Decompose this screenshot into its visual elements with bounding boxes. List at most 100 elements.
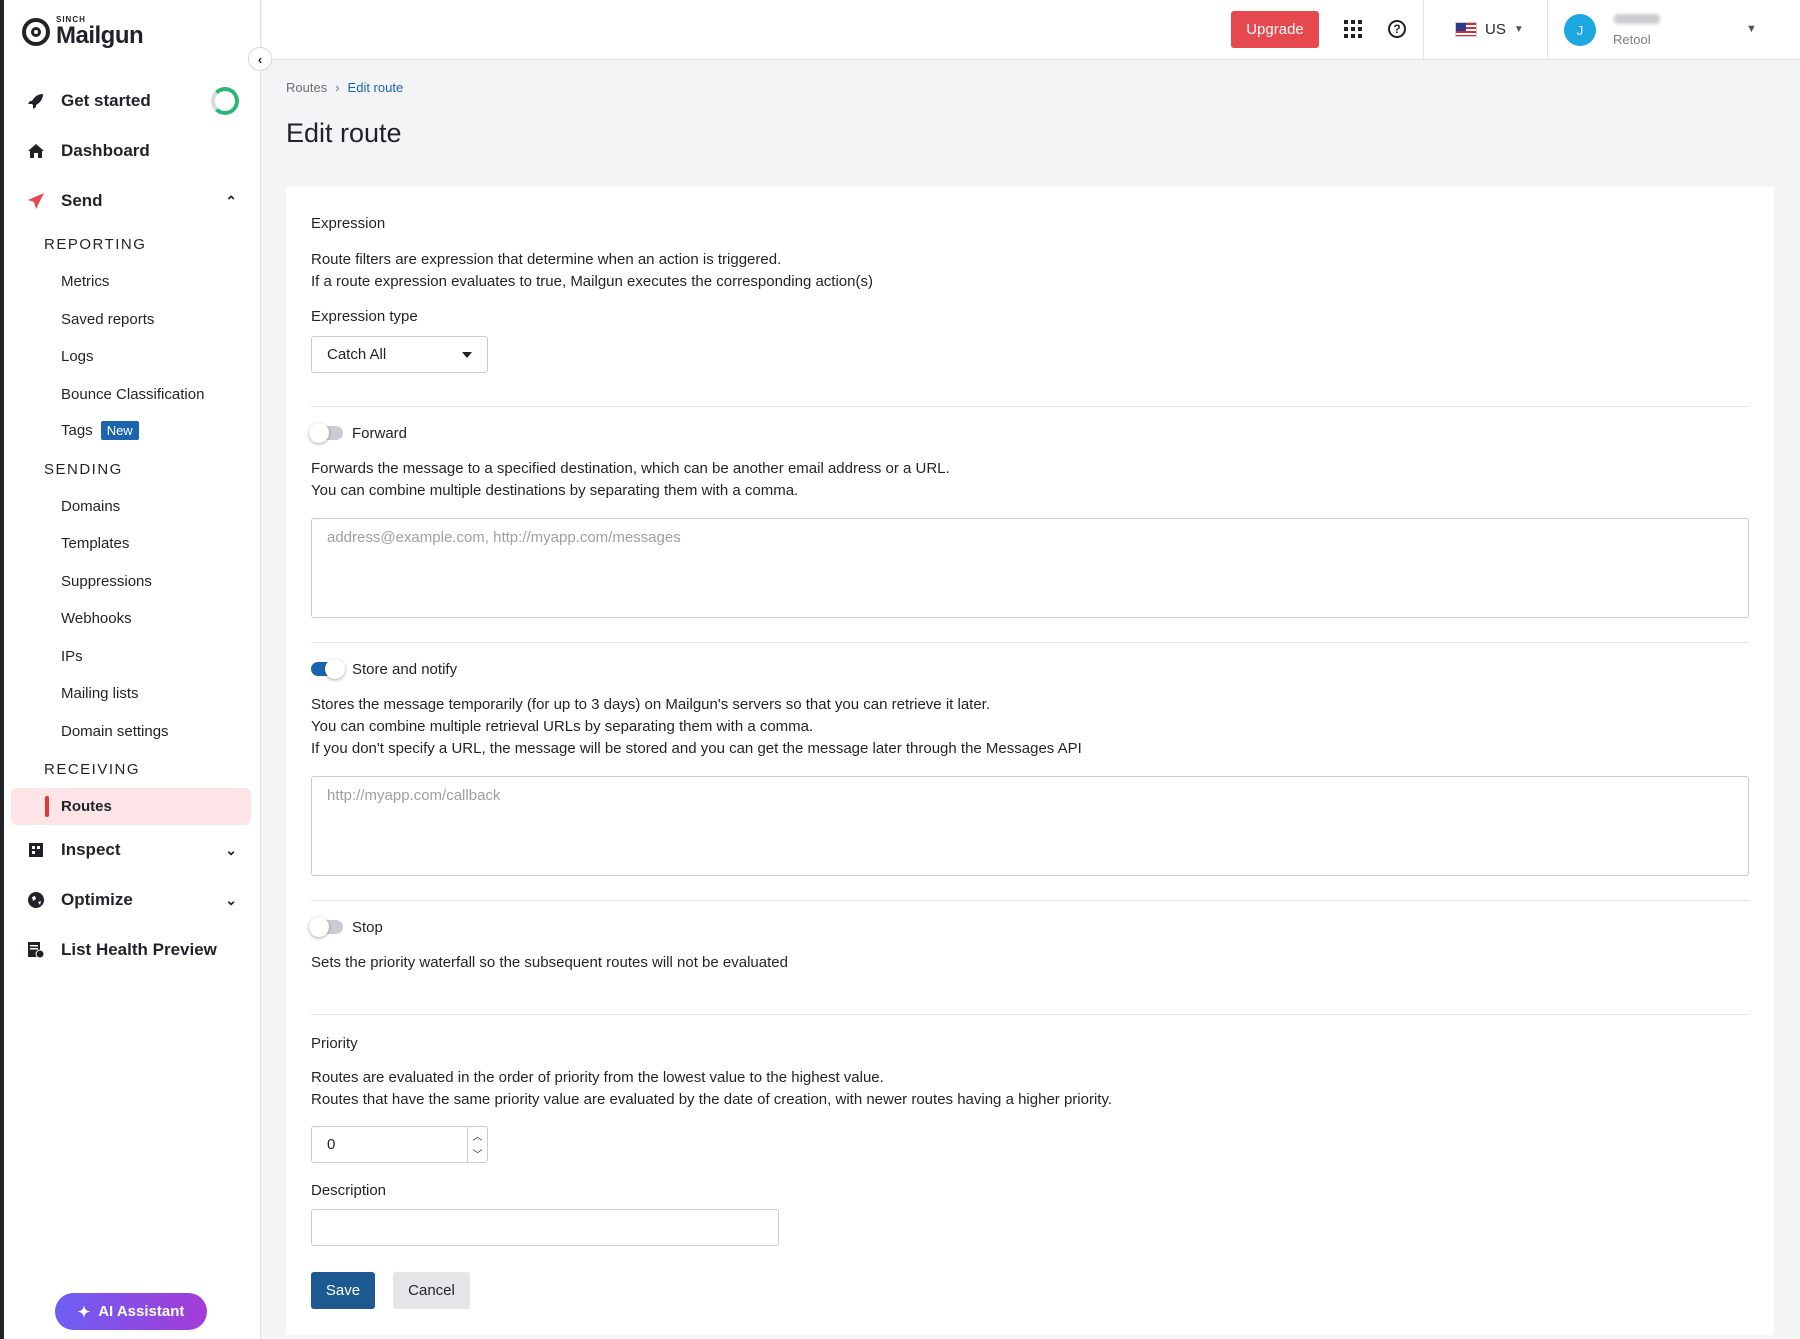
region-selector[interactable]: US ▼ (1455, 21, 1524, 38)
forward-desc-2: You can combine multiple destinations by… (311, 482, 799, 499)
sidebar-item-routes[interactable]: Routes (11, 788, 251, 825)
rocket-icon (26, 91, 46, 111)
home-icon (26, 141, 46, 161)
sidebar-item-templates[interactable]: Templates (61, 535, 129, 552)
sidebar-item-label: Tags (61, 422, 93, 439)
ai-assistant-button[interactable]: ✦ AI Assistant (55, 1293, 207, 1330)
sidebar-item-dashboard[interactable]: Dashboard (0, 131, 261, 171)
expression-type-value: Catch All (327, 346, 387, 363)
sidebar-item-label: Get started (61, 91, 151, 110)
sidebar-item-inspect[interactable]: Inspect ⌄ (0, 830, 261, 870)
sidebar-item-suppressions[interactable]: Suppressions (61, 573, 152, 590)
store-desc-3: If you don't specify a URL, the message … (311, 740, 1082, 757)
sidebar-item-label: Optimize (61, 890, 133, 909)
divider (1547, 0, 1548, 60)
sidebar-item-tags[interactable]: Tags New (61, 421, 139, 440)
section-header-sending: SENDING (44, 461, 123, 478)
help-icon[interactable]: ? (1388, 20, 1406, 38)
upgrade-button[interactable]: Upgrade (1231, 11, 1319, 48)
caret-down-icon (462, 351, 472, 358)
sidebar-item-domain-settings[interactable]: Domain settings (61, 723, 169, 740)
breadcrumb-current: Edit route (347, 80, 404, 95)
store-notify-toggle[interactable] (311, 659, 345, 679)
sidebar: SINCH Mailgun Get started Dashboard Send… (0, 0, 261, 1339)
list-health-icon (26, 940, 46, 960)
sidebar-item-ips[interactable]: IPs (61, 648, 83, 665)
expression-type-select[interactable]: Catch All (311, 336, 488, 373)
priority-desc-2: Routes that have the same priority value… (311, 1091, 1113, 1108)
sidebar-item-list-health-preview[interactable]: List Health Preview (0, 930, 261, 970)
forward-destinations-input[interactable] (311, 518, 1749, 618)
avatar[interactable]: J (1564, 14, 1596, 46)
forward-desc-1: Forwards the message to a specified dest… (311, 460, 950, 477)
edit-route-form: Expression Route filters are expression … (286, 187, 1774, 1335)
forward-label: Forward (352, 425, 408, 442)
description-label: Description (311, 1182, 387, 1199)
mailgun-logo[interactable]: SINCH Mailgun (22, 16, 144, 49)
at-logo-icon (22, 18, 50, 46)
stop-toggle[interactable] (309, 917, 343, 937)
divider (311, 406, 1749, 407)
sidebar-item-label: Dashboard (61, 141, 150, 160)
collapse-sidebar-button[interactable]: ‹ (248, 47, 272, 71)
chevron-down-icon: ⌄ (225, 891, 237, 908)
onboarding-progress-icon (211, 87, 239, 115)
expression-desc-1: Route filters are expression that determ… (311, 251, 782, 268)
chevron-right-icon: › (335, 80, 340, 95)
top-bar: Upgrade ? US ▼ J Retool ▼ (262, 0, 1800, 60)
priority-desc-1: Routes are evaluated in the order of pri… (311, 1069, 884, 1086)
new-badge: New (100, 421, 139, 440)
sidebar-item-saved-reports[interactable]: Saved reports (61, 311, 154, 328)
divider (1423, 0, 1424, 60)
sidebar-item-logs[interactable]: Logs (61, 348, 94, 365)
description-input[interactable] (311, 1209, 779, 1246)
save-button[interactable]: Save (311, 1272, 375, 1309)
callback-url-input[interactable] (311, 776, 1749, 876)
divider (311, 1014, 1749, 1015)
stop-label: Stop (352, 919, 383, 936)
sparkle-icon: ✦ (77, 1303, 91, 1321)
priority-label: Priority (311, 1035, 358, 1052)
sidebar-item-domains[interactable]: Domains (61, 498, 120, 515)
expression-label: Expression (311, 215, 386, 232)
priority-value: 0 (327, 1136, 336, 1153)
expression-desc-2: If a route expression evaluates to true,… (311, 273, 873, 290)
priority-stepper[interactable]: ︿ ﹀ (467, 1127, 487, 1162)
breadcrumb-routes-link[interactable]: Routes (286, 80, 327, 95)
priority-input[interactable]: 0 ︿ ﹀ (311, 1126, 488, 1163)
chevron-up-icon: ⌃ (225, 192, 237, 209)
breadcrumb: Routes › Edit route (286, 80, 403, 95)
section-header-reporting: REPORTING (44, 236, 147, 253)
chevron-left-icon: ‹ (257, 51, 263, 67)
sidebar-item-label: Send (61, 191, 103, 210)
sidebar-item-mailing-lists[interactable]: Mailing lists (61, 685, 139, 702)
chevron-down-icon[interactable]: ﹀ (473, 1146, 483, 1161)
sidebar-item-bounce-classification[interactable]: Bounce Classification (61, 386, 204, 403)
account-menu-caret-icon[interactable]: ▼ (1746, 23, 1757, 35)
caret-down-icon: ▼ (1513, 24, 1524, 35)
cancel-button[interactable]: Cancel (393, 1272, 470, 1309)
sidebar-item-webhooks[interactable]: Webhooks (61, 610, 132, 627)
inspect-icon (26, 840, 46, 860)
sidebar-item-get-started[interactable]: Get started (0, 81, 261, 121)
sidebar-item-metrics[interactable]: Metrics (61, 273, 109, 290)
chevron-down-icon: ⌄ (225, 841, 237, 858)
globe-icon (26, 890, 46, 910)
sidebar-item-label: Routes (61, 798, 112, 815)
org-name: Retool (1613, 32, 1651, 47)
sidebar-item-send[interactable]: Send ⌃ (0, 181, 261, 221)
sidebar-item-optimize[interactable]: Optimize ⌄ (0, 880, 261, 920)
page-title: Edit route (286, 118, 402, 148)
store-desc-1: Stores the message temporarily (for up t… (311, 696, 991, 713)
store-notify-label: Store and notify (352, 661, 458, 678)
sidebar-item-label: Inspect (61, 840, 121, 859)
apps-grid-icon[interactable] (1344, 20, 1362, 38)
send-icon (26, 191, 46, 211)
divider (311, 900, 1749, 901)
forward-toggle[interactable] (309, 423, 343, 443)
chevron-up-icon[interactable]: ︿ (473, 1128, 483, 1143)
logo-mailgun-text: Mailgun (56, 22, 144, 49)
divider (311, 642, 1749, 643)
region-label: US (1485, 21, 1506, 38)
user-name-redacted (1614, 14, 1660, 24)
